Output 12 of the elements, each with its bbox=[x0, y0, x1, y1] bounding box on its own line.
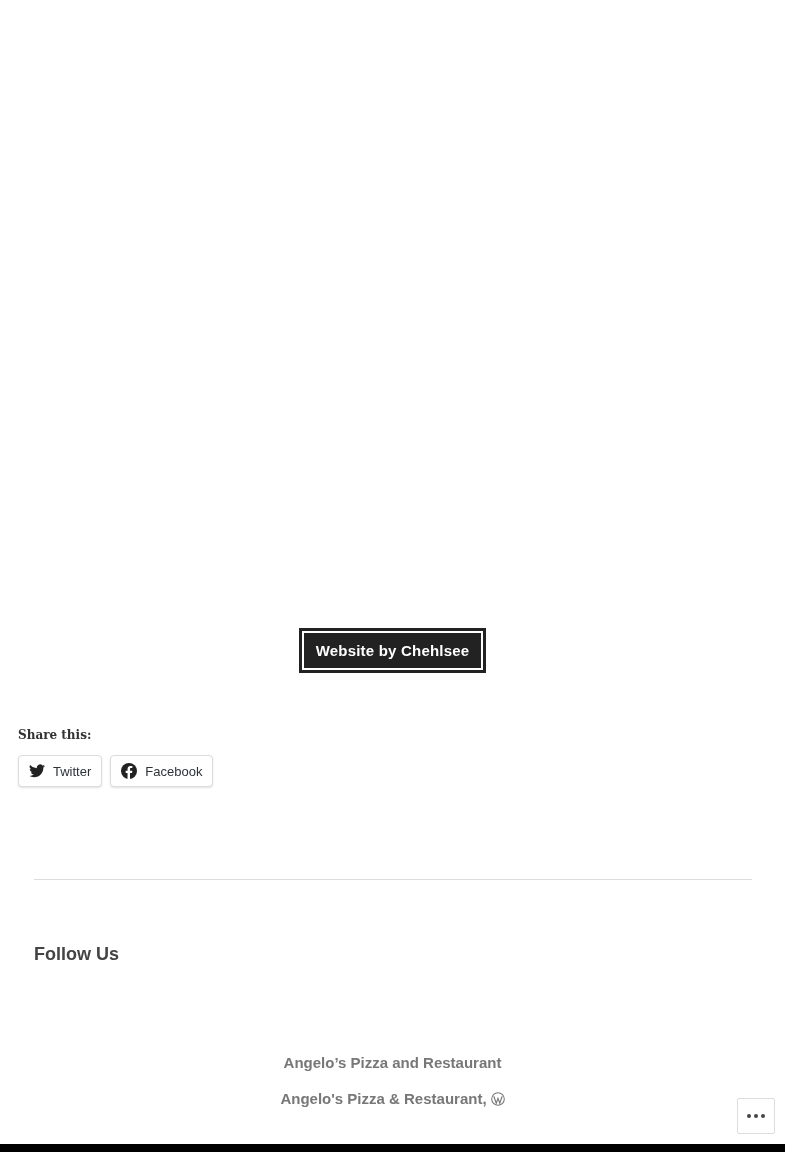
footer-credit-link[interactable]: Angelo's Pizza & Restaurant, bbox=[280, 1090, 487, 1108]
share-button[interactable]: Facebook bbox=[110, 755, 214, 787]
bird-icon bbox=[29, 764, 45, 778]
site-title-link[interactable]: Angelo’s Pizza and Restaurant bbox=[283, 1054, 502, 1072]
wordpress-icon[interactable] bbox=[490, 1092, 505, 1106]
share-button[interactable]: Twitter bbox=[18, 755, 103, 787]
credit-button[interactable]: Website by Chehlsee bbox=[298, 628, 487, 673]
share-heading: Share this: bbox=[18, 727, 93, 743]
more-options-button[interactable] bbox=[737, 1098, 775, 1134]
more-icon bbox=[747, 1114, 765, 1118]
widget-title: Follow Us bbox=[34, 943, 119, 965]
facebook-icon bbox=[121, 763, 138, 779]
